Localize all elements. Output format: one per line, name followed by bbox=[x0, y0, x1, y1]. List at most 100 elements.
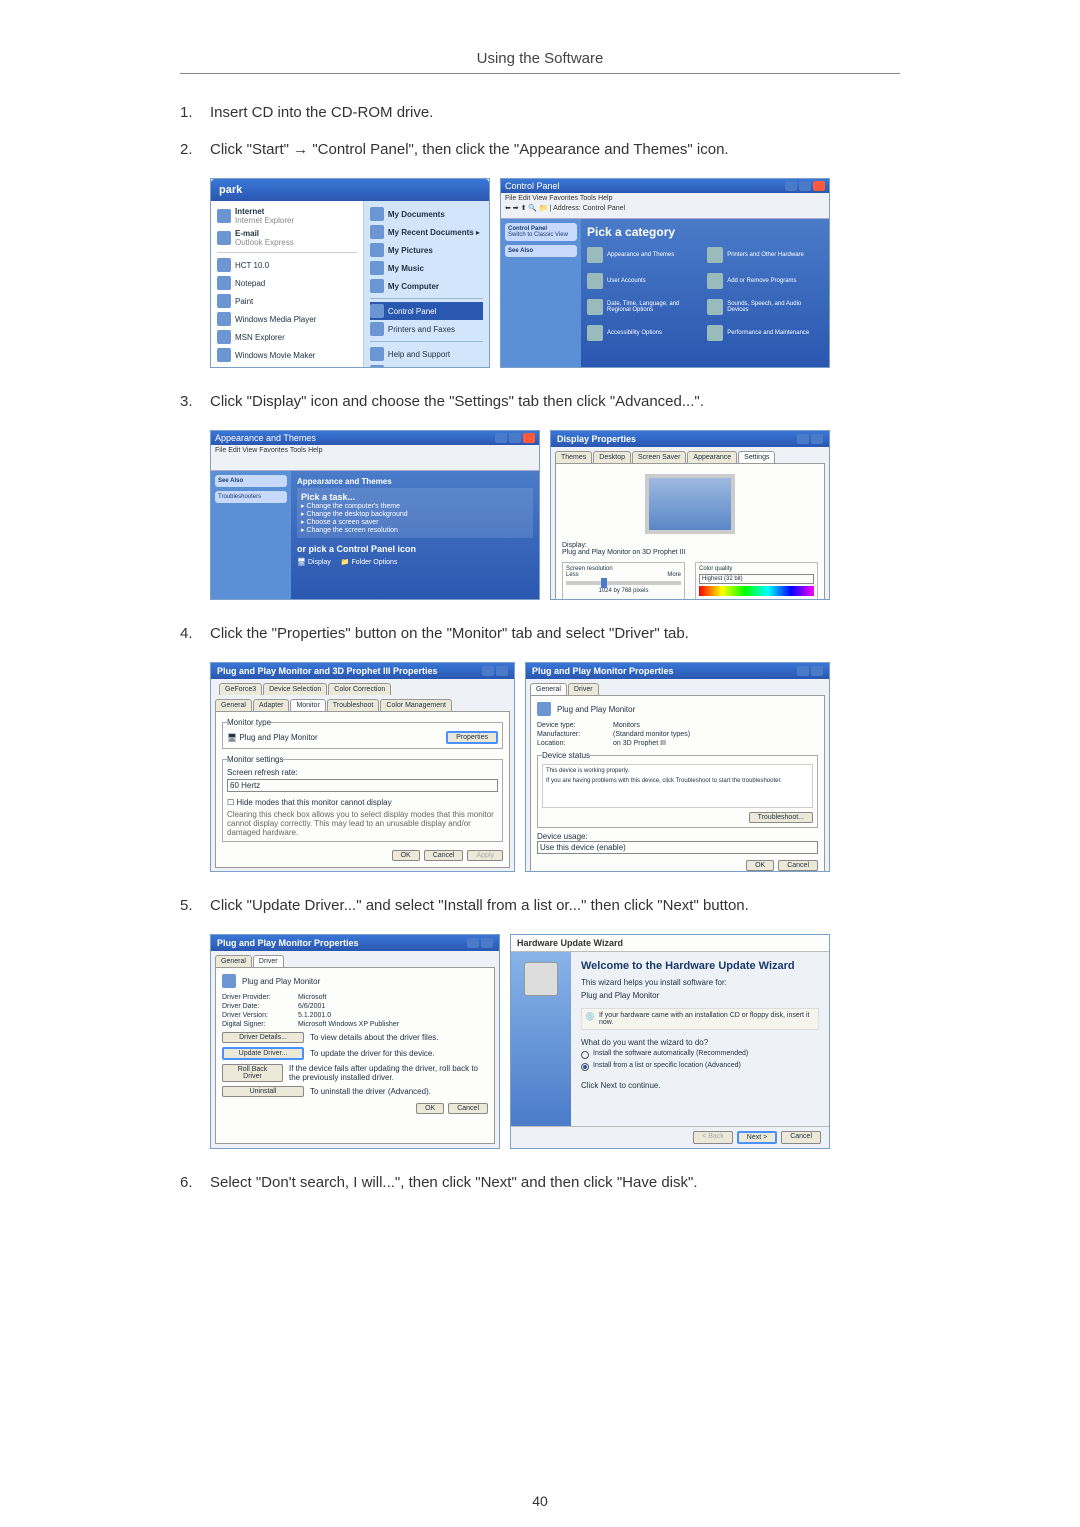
hide-modes-note: Clearing this check box allows you to se… bbox=[227, 810, 498, 837]
task-link[interactable]: ▸ Change the computer's theme bbox=[301, 502, 529, 510]
radio-list[interactable]: Install from a list or specific location… bbox=[581, 1062, 819, 1071]
tab-colormgmt[interactable]: Color Management bbox=[380, 699, 452, 711]
properties-button[interactable]: Properties bbox=[446, 731, 498, 744]
start-item-moviemaker[interactable]: Windows Movie Maker bbox=[217, 346, 357, 364]
menubar[interactable]: File Edit View Favorites Tools Help ⬅ ➡ … bbox=[501, 193, 829, 219]
figure-row-b: Appearance and Themes File Edit View Fav… bbox=[210, 430, 900, 600]
tab-troubleshoot[interactable]: Troubleshoot bbox=[327, 699, 380, 711]
task-link[interactable]: ▸ Choose a screen saver bbox=[301, 518, 529, 526]
close-icon[interactable] bbox=[811, 666, 823, 676]
start-item-hct[interactable]: HCT 10.0 bbox=[217, 256, 357, 274]
cancel-button[interactable]: Cancel bbox=[778, 860, 818, 871]
update-driver-button[interactable]: Update Driver... bbox=[222, 1047, 304, 1060]
display-icon-link[interactable]: 🖥 Display bbox=[297, 558, 331, 566]
tab-monitor[interactable]: Monitor bbox=[290, 699, 325, 711]
close-icon[interactable] bbox=[523, 433, 535, 443]
start-search[interactable]: Search bbox=[370, 363, 483, 368]
start-mymusic[interactable]: My Music bbox=[370, 259, 483, 277]
radio-auto[interactable]: Install the software automatically (Reco… bbox=[581, 1050, 819, 1059]
category-appearance[interactable]: Appearance and Themes bbox=[587, 247, 693, 263]
close-icon[interactable] bbox=[496, 666, 508, 676]
switch-view-link[interactable]: Switch to Classic View bbox=[508, 232, 568, 238]
step-text: Click "Display" icon and choose the "Set… bbox=[210, 393, 900, 410]
start-control-panel[interactable]: Control Panel bbox=[370, 302, 483, 320]
tab-adapter[interactable]: Adapter bbox=[253, 699, 290, 711]
start-mycomputer[interactable]: My Computer bbox=[370, 277, 483, 295]
troubleshoot-button[interactable]: Troubleshoot... bbox=[749, 812, 813, 823]
tab-desktop[interactable]: Desktop bbox=[593, 451, 631, 463]
rollback-driver-button[interactable]: Roll Back Driver bbox=[222, 1064, 283, 1082]
category-printers[interactable]: Printers and Other Hardware bbox=[707, 247, 813, 263]
uninstall-button[interactable]: Uninstall bbox=[222, 1086, 304, 1097]
driver-details-button[interactable]: Driver Details... bbox=[222, 1032, 304, 1043]
cd-icon: 💿 bbox=[585, 1012, 595, 1021]
ok-button[interactable]: OK bbox=[416, 1103, 444, 1114]
window-titlebar: Control Panel bbox=[501, 179, 829, 193]
start-item-paint[interactable]: Paint bbox=[217, 292, 357, 310]
folder-options-link[interactable]: 📁 Folder Options bbox=[341, 558, 398, 566]
tab-geforce[interactable]: GeForce3 bbox=[219, 683, 262, 695]
folder-icon bbox=[370, 243, 384, 257]
resolution-slider[interactable]: Screen resolution LessMore 1024 by 768 p… bbox=[562, 562, 685, 600]
category-accessibility[interactable]: Accessibility Options bbox=[587, 325, 693, 341]
step-2: 2. Click "Start" → "Control Panel", then… bbox=[180, 141, 900, 158]
start-item-internet[interactable]: InternetInternet Explorer bbox=[217, 205, 357, 227]
category-datetime[interactable]: Date, Time, Language, and Regional Optio… bbox=[587, 299, 693, 315]
close-icon[interactable] bbox=[481, 938, 493, 948]
start-recent[interactable]: My Recent Documents ▸ bbox=[370, 223, 483, 241]
hide-modes-checkbox[interactable]: ☐ Hide modes that this monitor cannot di… bbox=[227, 798, 498, 807]
help-icon[interactable] bbox=[797, 434, 809, 444]
tab-themes[interactable]: Themes bbox=[555, 451, 592, 463]
cancel-button[interactable]: Cancel bbox=[781, 1131, 821, 1144]
tab-devsel[interactable]: Device Selection bbox=[263, 683, 327, 695]
ok-button[interactable]: OK bbox=[392, 850, 420, 861]
maximize-icon[interactable] bbox=[509, 433, 521, 443]
tab-general[interactable]: General bbox=[215, 699, 252, 711]
device-usage-select[interactable]: Use this device (enable) bbox=[537, 841, 818, 854]
help-icon[interactable] bbox=[797, 666, 809, 676]
menubar[interactable]: File Edit View Favorites Tools Help bbox=[211, 445, 539, 471]
start-printers[interactable]: Printers and Faxes bbox=[370, 320, 483, 338]
start-item-msn[interactable]: MSN Explorer bbox=[217, 328, 357, 346]
tab-driver[interactable]: Driver bbox=[568, 683, 599, 695]
category-addremove[interactable]: Add or Remove Programs bbox=[707, 273, 813, 289]
start-item-wmp[interactable]: Windows Media Player bbox=[217, 310, 357, 328]
start-mydocs[interactable]: My Documents bbox=[370, 205, 483, 223]
category-network[interactable]: User Accounts bbox=[587, 273, 693, 289]
maximize-icon[interactable] bbox=[799, 181, 811, 191]
hardware-wizard-screenshot: Hardware Update Wizard Welcome to the Ha… bbox=[510, 934, 830, 1149]
color-preview bbox=[699, 586, 814, 596]
step-number: 6. bbox=[180, 1174, 210, 1191]
category-performance[interactable]: Performance and Maintenance bbox=[707, 325, 813, 341]
cancel-button[interactable]: Cancel bbox=[448, 1103, 488, 1114]
minimize-icon[interactable] bbox=[785, 181, 797, 191]
start-mypics[interactable]: My Pictures bbox=[370, 241, 483, 259]
start-item-notepad[interactable]: Notepad bbox=[217, 274, 357, 292]
apply-button: Apply bbox=[467, 850, 503, 861]
tab-driver[interactable]: Driver bbox=[253, 955, 284, 967]
tab-general[interactable]: General bbox=[215, 955, 252, 967]
task-link[interactable]: ▸ Change the screen resolution bbox=[301, 526, 529, 534]
tab-general[interactable]: General bbox=[530, 683, 567, 695]
start-help[interactable]: Help and Support bbox=[370, 345, 483, 363]
ok-button[interactable]: OK bbox=[746, 860, 774, 871]
tab-settings[interactable]: Settings bbox=[738, 451, 775, 463]
help-icon[interactable] bbox=[482, 666, 494, 676]
task-link[interactable]: ▸ Change the desktop background bbox=[301, 510, 529, 518]
cancel-button[interactable]: Cancel bbox=[424, 850, 464, 861]
tab-screensaver[interactable]: Screen Saver bbox=[632, 451, 686, 463]
tab-colorcorr[interactable]: Color Correction bbox=[328, 683, 391, 695]
next-button[interactable]: Next > bbox=[737, 1131, 777, 1144]
close-icon[interactable] bbox=[811, 434, 823, 444]
start-item-email[interactable]: E-mailOutlook Express bbox=[217, 227, 357, 249]
color-quality-select[interactable]: Color quality Highest (32 bit) bbox=[695, 562, 818, 600]
category-sounds[interactable]: Sounds, Speech, and Audio Devices bbox=[707, 299, 813, 315]
refresh-rate-select[interactable]: 60 Hertz bbox=[227, 779, 498, 792]
minimize-icon[interactable] bbox=[495, 433, 507, 443]
close-icon[interactable] bbox=[813, 181, 825, 191]
ie-icon bbox=[217, 209, 231, 223]
tab-appearance[interactable]: Appearance bbox=[687, 451, 737, 463]
page-header: Using the Software bbox=[180, 50, 900, 74]
figure-row-d: Plug and Play Monitor Properties General… bbox=[210, 934, 900, 1149]
help-icon[interactable] bbox=[467, 938, 479, 948]
